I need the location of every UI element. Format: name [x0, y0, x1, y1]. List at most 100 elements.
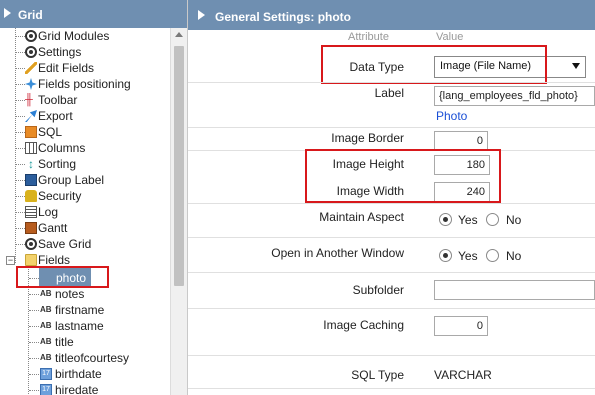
tree-field-label: title	[55, 335, 74, 349]
collapse-arrow-icon[interactable]	[4, 8, 11, 18]
gear-icon	[25, 238, 37, 250]
tree-item-log[interactable]: Log	[0, 204, 170, 220]
tree-field-lastname[interactable]: AB lastname	[0, 318, 170, 334]
tree-item-label: Settings	[38, 45, 82, 59]
export-icon	[25, 110, 37, 122]
group-icon	[25, 174, 37, 186]
column-header-attribute: Attribute	[348, 31, 389, 43]
tools-icon: ╫	[25, 94, 33, 106]
image-caching-input[interactable]	[434, 316, 488, 336]
tree-item-security[interactable]: Security	[0, 188, 170, 204]
tree-scrollbar[interactable]	[170, 28, 187, 395]
maintain-aspect-yes-radio[interactable]	[439, 213, 452, 226]
lock-icon	[25, 190, 37, 202]
settings-title: General Settings: photo	[215, 10, 352, 24]
tree-field-titleofcourtesy[interactable]: AB titleofcourtesy	[0, 350, 170, 366]
text-field-icon: AB	[40, 353, 52, 362]
tree-item-fields-positioning[interactable]: Fields positioning	[0, 76, 170, 92]
tree-field-label: hiredate	[55, 383, 99, 395]
tree-item-label: Toolbar	[38, 93, 78, 107]
tree-item-save-grid[interactable]: Save Grid	[0, 236, 170, 252]
image-border-label: Image Border	[331, 131, 404, 145]
tree-item-label: Edit Fields	[38, 61, 95, 75]
tree-field-notes[interactable]: AB notes	[0, 286, 170, 302]
tree-item-export[interactable]: Export	[0, 108, 170, 124]
columns-icon	[25, 142, 37, 154]
pencil-icon	[25, 62, 37, 74]
tree-item-grid-modules[interactable]: Grid Modules	[0, 28, 170, 44]
tree-item-toolbar[interactable]: ╫ Toolbar	[0, 92, 170, 108]
text-field-icon: AB	[40, 289, 52, 298]
tree-field-birthdate[interactable]: 17 birthdate	[0, 366, 170, 382]
tree-item-sorting[interactable]: ↕ Sorting	[0, 156, 170, 172]
tree-item-gantt[interactable]: Gantt	[0, 220, 170, 236]
tree-header[interactable]: Grid	[0, 0, 187, 28]
tree-field-label: birthdate	[55, 367, 102, 381]
column-header-value: Value	[436, 31, 464, 43]
tree-item-group-label[interactable]: Group Label	[0, 172, 170, 188]
sql-icon	[25, 126, 37, 138]
tree-field-label: titleofcourtesy	[55, 351, 130, 365]
open-window-no-label: No	[506, 249, 522, 263]
tree-field-label: notes	[55, 287, 85, 301]
tree-item-label: Gantt	[38, 221, 68, 235]
tree-item-label: SQL	[38, 125, 63, 139]
image-caching-label: Image Caching	[323, 318, 404, 332]
gear-icon	[25, 46, 37, 58]
tree-item-label: Save Grid	[38, 237, 92, 251]
gantt-icon	[25, 222, 37, 234]
log-icon	[25, 206, 37, 218]
open-window-yes-radio[interactable]	[439, 249, 452, 262]
sql-type-label: SQL Type	[351, 368, 404, 382]
open-window-no-radio[interactable]	[486, 249, 499, 262]
subfolder-input[interactable]	[434, 280, 595, 300]
label-input[interactable]	[434, 86, 595, 106]
sql-type-value: VARCHAR	[434, 368, 492, 382]
tree-item-columns[interactable]: Columns	[0, 140, 170, 156]
gear-icon	[25, 30, 37, 42]
collapse-arrow-icon[interactable]	[198, 10, 205, 20]
chevron-down-icon	[572, 63, 580, 69]
tree-item-label: Columns	[38, 141, 86, 155]
tree-item-label: Fields positioning	[38, 77, 131, 91]
collapse-toggle-icon[interactable]: −	[6, 256, 15, 265]
tree-field-firstname[interactable]: AB firstname	[0, 302, 170, 318]
calendar-icon: 17	[40, 368, 52, 380]
subfolder-label: Subfolder	[352, 283, 404, 297]
tree-title: Grid	[18, 8, 43, 22]
text-field-icon: AB	[40, 337, 52, 346]
tree-item-label: Export	[38, 109, 73, 123]
settings-panel: General Settings: photo Attribute Value …	[188, 0, 595, 395]
tree-item-settings[interactable]: Settings	[0, 44, 170, 60]
tree-item-sql[interactable]: SQL	[0, 124, 170, 140]
tree-field-hiredate[interactable]: 17 hiredate	[0, 382, 170, 395]
scroll-up-icon[interactable]	[175, 32, 183, 37]
label-label: Label	[374, 86, 404, 100]
highlight-box-data-type	[321, 45, 547, 84]
tree-field-title[interactable]: AB title	[0, 334, 170, 350]
open-window-yes-label: Yes	[458, 249, 478, 263]
maintain-aspect-label: Maintain Aspect	[319, 210, 404, 224]
tree-item-label: Log	[38, 205, 59, 219]
label-link[interactable]: Photo	[436, 109, 467, 123]
maintain-aspect-no-radio[interactable]	[486, 213, 499, 226]
scrollbar-thumb[interactable]	[174, 46, 184, 286]
maintain-aspect-no-label: No	[506, 213, 522, 227]
image-border-input[interactable]	[434, 131, 488, 151]
move-icon	[25, 78, 37, 90]
tree-field-label: lastname	[55, 319, 104, 333]
open-window-label: Open in Another Window	[271, 246, 404, 260]
tree-item-edit-fields[interactable]: Edit Fields	[0, 60, 170, 76]
tree-field-label: firstname	[55, 303, 105, 317]
settings-header: General Settings: photo	[188, 0, 595, 30]
folder-icon	[25, 254, 37, 266]
tree-field-label: photo	[56, 271, 87, 285]
tree-panel: Grid Grid Modules Settings Edit Fields F…	[0, 0, 188, 395]
tree-item-label: Security	[38, 189, 82, 203]
tree-item-label: Sorting	[38, 157, 77, 171]
tree-item-label: Group Label	[38, 173, 105, 187]
text-field-icon: AB	[40, 305, 52, 314]
sort-icon: ↕	[28, 157, 34, 171]
maintain-aspect-yes-label: Yes	[458, 213, 478, 227]
calendar-icon: 17	[40, 384, 52, 395]
